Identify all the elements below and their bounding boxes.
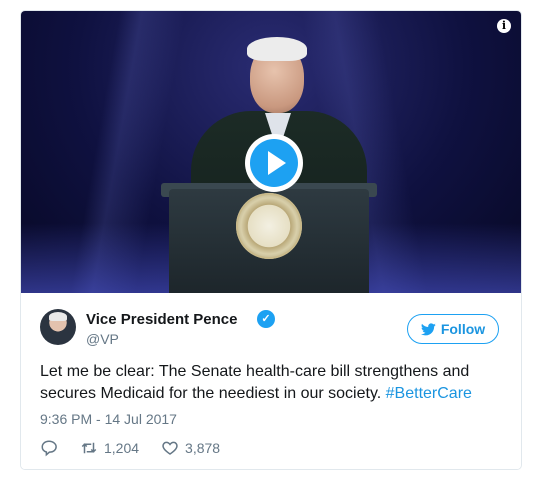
reply-icon bbox=[41, 440, 57, 457]
twitter-bird-icon bbox=[420, 322, 436, 335]
user-handle[interactable]: @VP bbox=[86, 331, 119, 347]
retweet-icon bbox=[81, 442, 97, 454]
retweet-count: 1,204 bbox=[104, 440, 140, 456]
info-icon[interactable]: i bbox=[497, 19, 511, 33]
follow-button[interactable]: Follow bbox=[407, 314, 499, 344]
tweet-actions: 1,204 3,878 bbox=[40, 439, 242, 457]
heart-icon bbox=[162, 441, 178, 455]
video-player[interactable]: i bbox=[21, 11, 521, 293]
avatar[interactable] bbox=[40, 309, 76, 345]
like-button[interactable]: 3,878 bbox=[161, 439, 220, 457]
play-icon bbox=[250, 139, 298, 187]
like-count: 3,878 bbox=[185, 440, 221, 456]
follow-label: Follow bbox=[440, 321, 486, 337]
display-name[interactable]: Vice President Pence bbox=[86, 311, 237, 328]
vice-president-seal bbox=[236, 193, 302, 259]
play-button[interactable] bbox=[245, 134, 303, 192]
tweet-timestamp[interactable]: 9:36 PM - 14 Jul 2017 bbox=[40, 411, 177, 427]
retweet-button[interactable]: 1,204 bbox=[80, 439, 139, 457]
hashtag-link[interactable]: #BetterCare bbox=[386, 385, 472, 402]
tweet-text: Let me be clear: The Senate health-care … bbox=[40, 363, 472, 402]
tweet-body: Vice President Pence ✓ @VP Follow Let me… bbox=[21, 293, 521, 469]
verified-badge-icon: ✓ bbox=[257, 310, 275, 328]
tweet-embed-card: i Vice President Pence ✓ @VP Follow Let … bbox=[20, 10, 522, 470]
reply-button[interactable] bbox=[40, 439, 58, 457]
